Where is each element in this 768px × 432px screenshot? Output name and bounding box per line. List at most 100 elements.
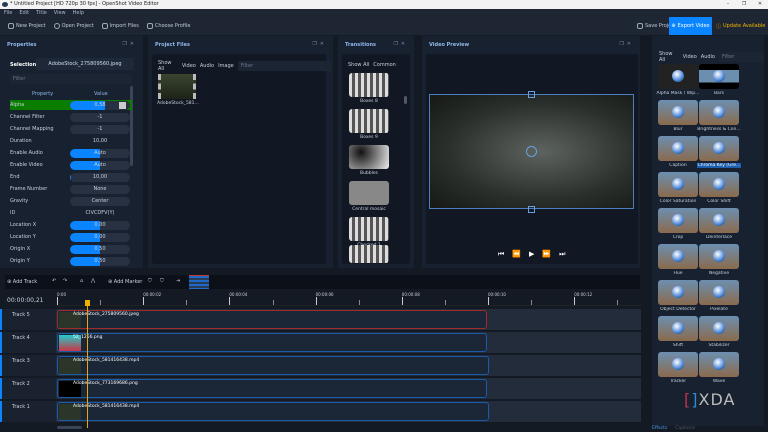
files-filter-input[interactable]: Filter [238, 61, 332, 71]
effect-label[interactable]: Bars [697, 91, 741, 96]
property-row[interactable]: Location Y0,00 [10, 232, 132, 242]
tab-show-all[interactable]: Show All [348, 62, 369, 68]
timeline-scrollbar[interactable] [57, 426, 82, 429]
effect-label[interactable]: Shift [656, 343, 700, 348]
file-name[interactable]: AdobeStock_581... [157, 101, 199, 106]
properties-filter-input[interactable]: Filter [10, 74, 132, 84]
property-value[interactable]: 0,58 [70, 101, 130, 110]
play-icon[interactable]: ▶ [529, 250, 534, 259]
clip[interactable]: AdobeStock_581416438.mp4 [57, 402, 489, 421]
effect-label[interactable]: Deinterlace [697, 235, 741, 240]
property-value[interactable]: -1 [70, 125, 130, 134]
redo-icon[interactable]: ↷ [63, 278, 67, 284]
effect-label[interactable]: Tracker [656, 379, 700, 384]
effect-thumbnail[interactable] [658, 64, 698, 89]
track-header[interactable]: Track 2 [0, 378, 56, 399]
effect-thumbnail[interactable] [658, 208, 698, 233]
effect-thumbnail[interactable] [658, 172, 698, 197]
clip[interactable]: AdobeStock_275809560.jpeg [57, 310, 487, 329]
export-video-button[interactable]: ⊕Export Video [669, 17, 712, 35]
track-row[interactable]: Track 3AdobeStock_581416438.mp4 [0, 355, 641, 376]
panel-controls[interactable]: ❐✕ [122, 41, 137, 47]
transition-thumbnail[interactable] [349, 145, 389, 169]
track-header[interactable]: Track 4 [0, 332, 56, 353]
transition-label[interactable]: Central mosaic [340, 207, 398, 212]
clip[interactable]: AdobeStock_773169686.png [57, 379, 487, 398]
effect-label[interactable]: Negative [697, 271, 741, 276]
transition-thumbnail[interactable] [349, 245, 389, 263]
effect-label[interactable]: Color Shift [697, 199, 741, 204]
tab-show-all[interactable]: Show All [659, 51, 679, 63]
close-button[interactable]: ✕ [752, 0, 768, 9]
track-header[interactable]: Track 1 [0, 401, 56, 422]
track-header[interactable]: Track 3 [0, 355, 56, 376]
effect-label[interactable]: Hue [656, 271, 700, 276]
property-value[interactable]: 10,00 [70, 173, 130, 182]
panel-controls[interactable]: ❐✕ [619, 41, 634, 47]
tab-effects[interactable]: Effects [652, 426, 667, 431]
effect-thumbnail[interactable] [658, 316, 698, 341]
undo-icon[interactable]: ↶ [52, 278, 56, 284]
property-row[interactable]: Duration10,00 [10, 136, 132, 146]
tab-show-all[interactable]: Show All [158, 60, 178, 72]
new-project-button[interactable]: New Project [8, 23, 46, 29]
tab-audio[interactable]: Audio [701, 54, 715, 60]
next-marker-icon[interactable]: ⛉ [160, 278, 164, 284]
effect-label[interactable]: Wave [697, 379, 741, 384]
tab-video[interactable]: Video [182, 63, 196, 69]
property-row[interactable]: Origin Y0,50 [10, 256, 132, 266]
property-value[interactable]: Auto [70, 161, 130, 170]
effect-label[interactable]: Stabilizer [697, 343, 741, 348]
clip[interactable]: AdobeStock_581416438.mp4 [57, 356, 489, 375]
effect-thumbnail[interactable] [658, 244, 698, 269]
import-files-button[interactable]: Import Files [102, 23, 139, 29]
clip[interactable]: 52_1256.png [57, 333, 487, 352]
property-row[interactable]: GravityCenter [10, 196, 132, 206]
track-row[interactable]: Track 5AdobeStock_275809560.jpeg [0, 309, 641, 330]
transition-label[interactable]: Boxes 9 [340, 135, 398, 140]
property-row[interactable]: End10,00 [10, 172, 132, 182]
video-frame[interactable] [429, 94, 634, 209]
tab-video[interactable]: Video [683, 54, 697, 60]
property-value[interactable]: -1 [70, 113, 130, 122]
property-value[interactable]: 0,50 [70, 245, 130, 254]
property-row[interactable]: Location X0,00 [10, 220, 132, 230]
property-row[interactable]: Alpha0,58 [10, 100, 132, 110]
property-row[interactable]: Frame NumberNone [10, 184, 132, 194]
effect-label[interactable]: Object Detector [656, 307, 700, 312]
property-row[interactable]: IDCIVCDFV(Y) [10, 208, 132, 218]
open-project-button[interactable]: Open Project [54, 23, 94, 29]
transform-handle[interactable] [528, 206, 535, 213]
property-row[interactable]: Enable VideoAuto [10, 160, 132, 170]
effect-label[interactable]: Brightness & Con... [697, 127, 741, 132]
file-thumbnail[interactable] [158, 74, 196, 99]
effect-thumbnail[interactable] [699, 244, 739, 269]
panel-controls[interactable]: ❐✕ [393, 41, 408, 47]
selection-dropdown[interactable]: AdobeStock_275809560.jpeg [36, 58, 134, 70]
transitions-scrollbar[interactable] [404, 96, 407, 104]
effect-label[interactable]: Crop [656, 235, 700, 240]
playhead-handle[interactable] [85, 300, 90, 306]
tab-image[interactable]: Image [218, 63, 234, 69]
track-row[interactable]: Track 2AdobeStock_773169686.png [0, 378, 641, 399]
effect-thumbnail[interactable] [658, 136, 698, 161]
menu-help[interactable]: Help [73, 9, 84, 17]
effect-label[interactable]: Caption [656, 163, 700, 168]
effect-thumbnail[interactable] [699, 136, 739, 161]
property-value[interactable]: 0,00 [70, 221, 130, 230]
add-marker-button[interactable]: ⊕ Add Marker [108, 279, 142, 285]
transition-label[interactable]: Boxes 8 [340, 99, 398, 104]
choose-profile-button[interactable]: Choose Profile [147, 23, 191, 29]
effect-label[interactable]: Pixelate [697, 307, 741, 312]
property-row[interactable]: Enable AudioAuto [10, 148, 132, 158]
effects-filter-input[interactable]: Filter [719, 52, 764, 62]
tab-common[interactable]: Common [373, 62, 396, 68]
transition-thumbnail[interactable] [349, 109, 389, 133]
tab-audio[interactable]: Audio [200, 63, 214, 69]
maximize-button[interactable]: ❐ [736, 0, 752, 9]
transition-label[interactable]: Bubbles [340, 171, 398, 176]
menu-edit[interactable]: Edit [19, 9, 29, 17]
property-row[interactable]: Origin X0,50 [10, 244, 132, 254]
effect-thumbnail[interactable] [699, 352, 739, 377]
jump-end-icon[interactable]: ⏭ [559, 250, 565, 259]
